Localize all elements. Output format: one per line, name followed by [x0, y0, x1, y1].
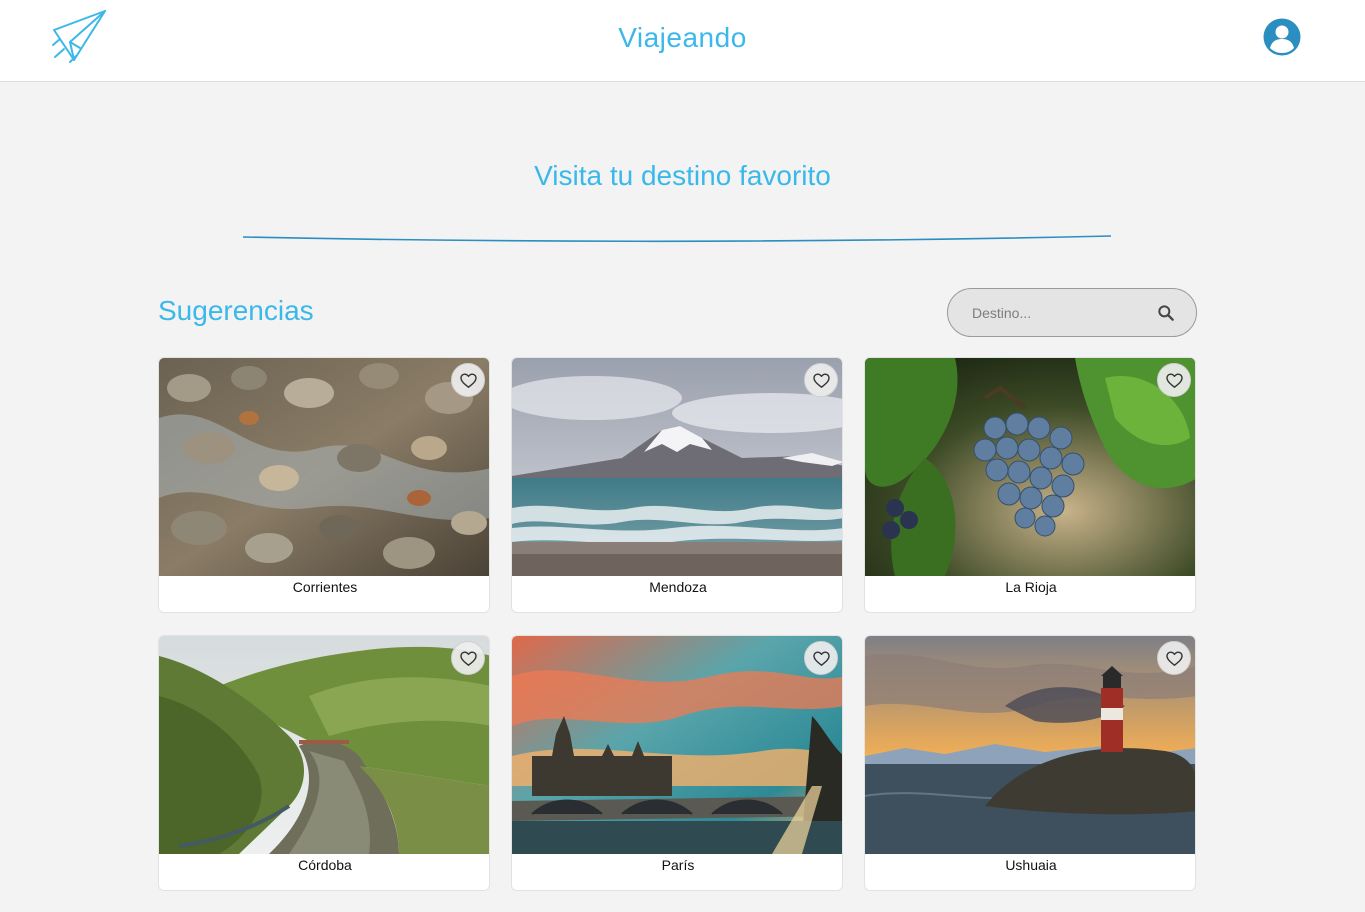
search-icon[interactable]	[1156, 303, 1176, 323]
heart-outline-icon	[812, 372, 830, 388]
favorite-button[interactable]	[451, 363, 485, 397]
river-valley-photo	[159, 636, 489, 854]
destination-name: Mendoza	[649, 579, 707, 595]
favorite-button[interactable]	[1157, 363, 1191, 397]
top-navbar: Viajeando	[0, 0, 1365, 82]
destination-card-la-rioja[interactable]: La Rioja	[864, 357, 1196, 613]
hero-divider	[243, 235, 1111, 243]
destination-card-paris[interactable]: París	[511, 635, 843, 891]
heart-outline-icon	[1165, 372, 1183, 388]
favorite-button[interactable]	[451, 641, 485, 675]
lighthouse-sunset-photo	[865, 636, 1195, 854]
destination-name: La Rioja	[1005, 579, 1057, 595]
search-bar[interactable]	[947, 288, 1197, 337]
volcano-lake-photo	[512, 358, 842, 576]
destination-name: París	[661, 857, 695, 873]
section-title: Sugerencias	[158, 295, 314, 326]
heart-outline-icon	[459, 650, 477, 666]
account-circle-icon[interactable]	[1262, 17, 1302, 57]
sunset-bridge-photo	[512, 636, 842, 854]
favorite-button[interactable]	[1157, 641, 1191, 675]
favorite-button[interactable]	[804, 641, 838, 675]
destination-name: Ushuaia	[1005, 857, 1057, 873]
search-input[interactable]	[972, 301, 1152, 325]
heart-outline-icon	[1165, 650, 1183, 666]
destination-name: Córdoba	[298, 857, 352, 873]
destination-grid: Corrientes Mendoza La Rioja Córdoba Parí…	[158, 357, 1196, 891]
heart-outline-icon	[812, 650, 830, 666]
heart-outline-icon	[459, 372, 477, 388]
destination-card-corrientes[interactable]: Corrientes	[158, 357, 490, 613]
destination-card-mendoza[interactable]: Mendoza	[511, 357, 843, 613]
destination-card-cordoba[interactable]: Córdoba	[158, 635, 490, 891]
app-brand-title[interactable]: Viajeando	[0, 22, 1365, 54]
destination-name: Corrientes	[292, 579, 358, 595]
favorite-button[interactable]	[804, 363, 838, 397]
grapes-vineyard-photo	[865, 358, 1195, 576]
hero-title: Visita tu destino favorito	[534, 160, 831, 191]
destination-card-ushuaia[interactable]: Ushuaia	[864, 635, 1196, 891]
rocky-stream-photo	[159, 358, 489, 576]
